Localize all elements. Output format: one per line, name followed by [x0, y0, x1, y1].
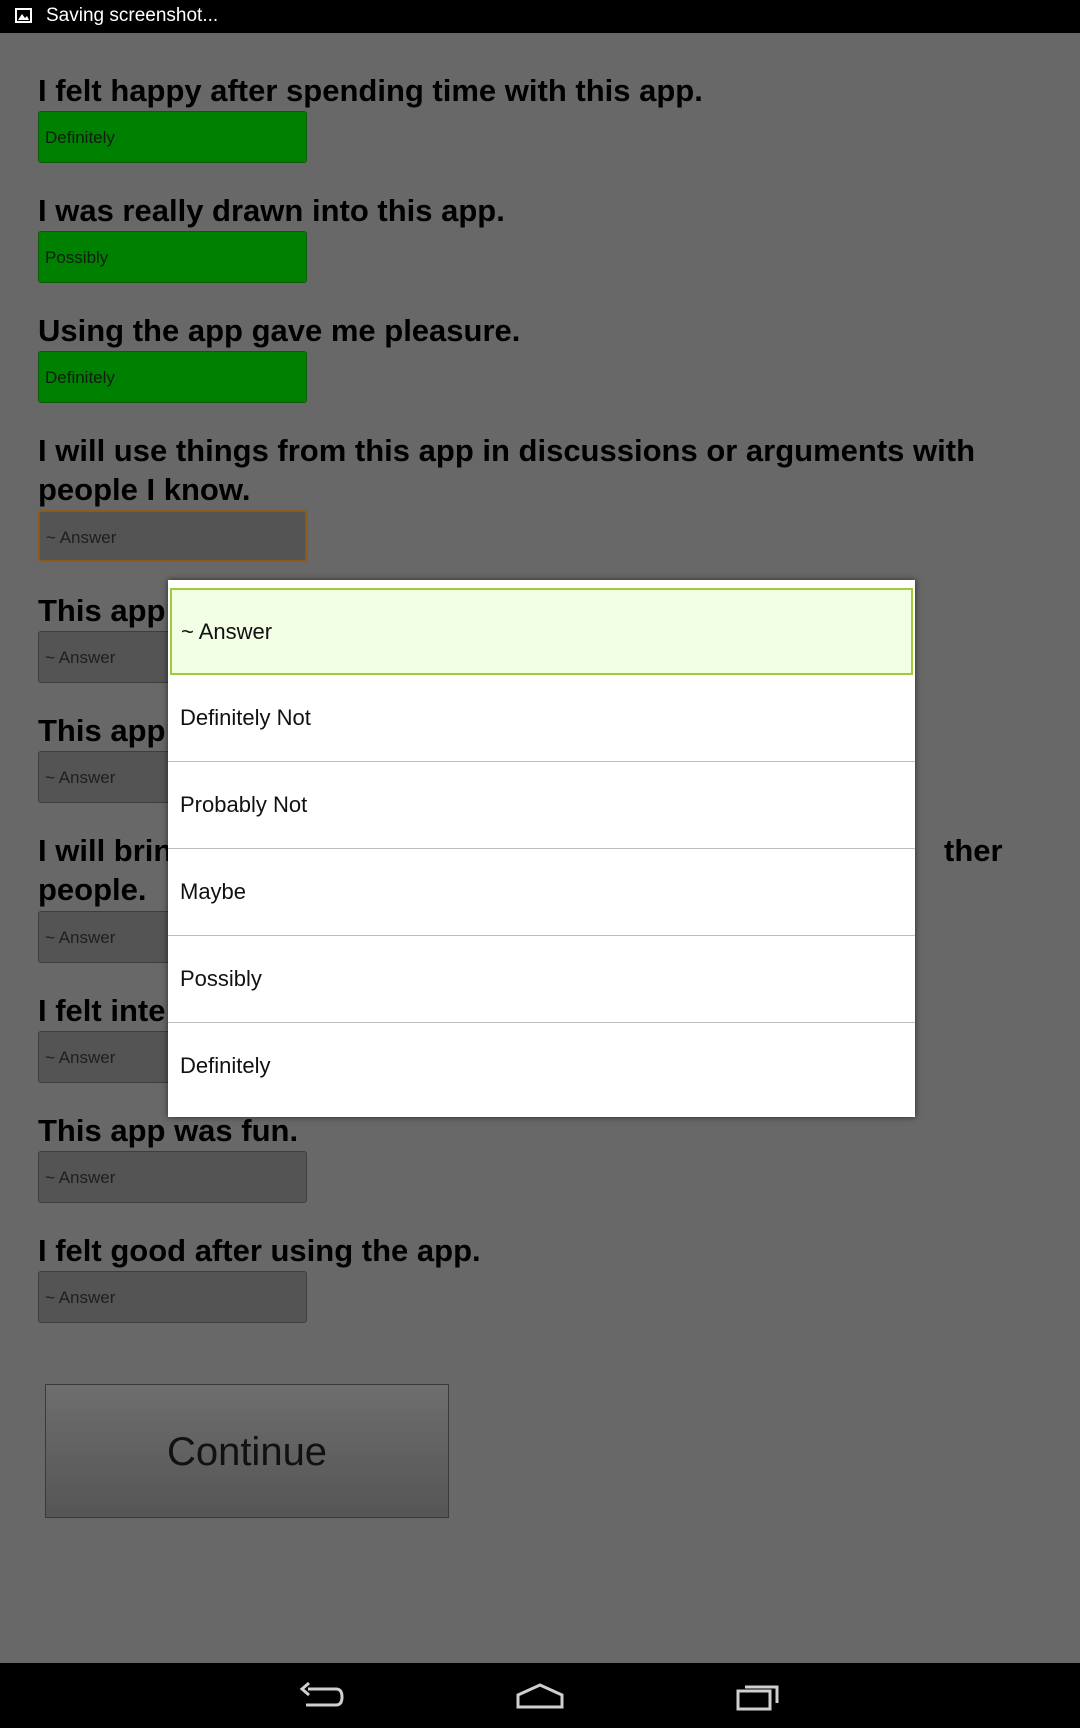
question-10-answer-dropdown[interactable]: ~ Answer — [38, 1271, 307, 1323]
question-1-label: I felt happy after spending time with th… — [38, 73, 703, 108]
option-possibly[interactable]: Possibly — [168, 936, 915, 1023]
question-9-answer-dropdown[interactable]: ~ Answer — [38, 1151, 307, 1203]
question-2-label: I was really drawn into this app. — [38, 193, 505, 228]
question-7-label-line2: people. — [38, 872, 147, 907]
option-answer-placeholder[interactable]: ~ Answer — [170, 588, 913, 675]
question-4-answer-dropdown[interactable]: ~ Answer — [38, 510, 307, 562]
question-7-label-start: I will brin — [38, 833, 173, 868]
image-icon — [15, 8, 32, 23]
navigation-bar — [0, 1663, 1080, 1728]
question-3-answer-dropdown[interactable]: Definitely — [38, 351, 307, 403]
option-maybe[interactable]: Maybe — [168, 849, 915, 936]
question-2-answer-dropdown[interactable]: Possibly — [38, 231, 307, 283]
home-icon[interactable] — [515, 1681, 565, 1713]
recents-icon[interactable] — [735, 1681, 785, 1713]
status-bar: Saving screenshot... — [0, 0, 1080, 33]
question-3-label: Using the app gave me pleasure. — [38, 313, 521, 348]
option-definitely-not[interactable]: Definitely Not — [168, 675, 915, 762]
question-7-label-end: ther — [944, 833, 1003, 868]
question-1-answer-dropdown[interactable]: Definitely — [38, 111, 307, 163]
option-definitely[interactable]: Definitely — [168, 1023, 915, 1110]
option-probably-not[interactable]: Probably Not — [168, 762, 915, 849]
status-notification-text: Saving screenshot... — [46, 5, 219, 26]
question-10-label: I felt good after using the app. — [38, 1233, 481, 1268]
continue-button[interactable]: Continue — [45, 1384, 449, 1518]
answer-options-popup: ~ Answer Definitely Not Probably Not May… — [168, 580, 915, 1117]
back-icon[interactable] — [296, 1681, 346, 1713]
question-4-label: I will use things from this app in discu… — [38, 433, 976, 507]
